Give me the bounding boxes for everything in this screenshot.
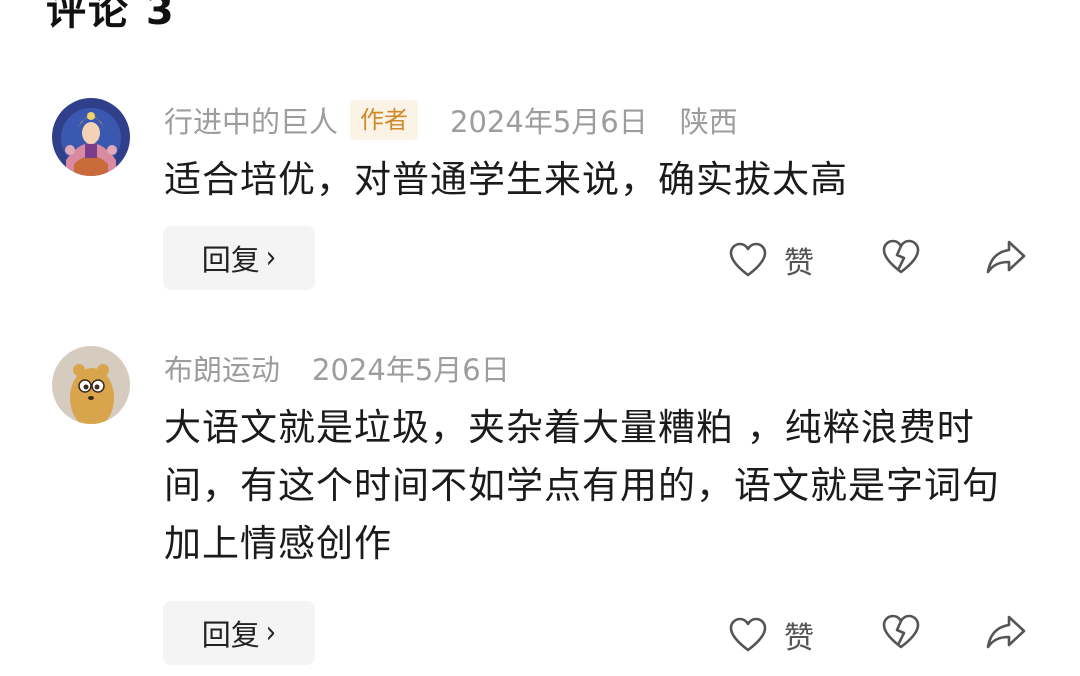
dislike-button[interactable] (881, 238, 921, 276)
share-button[interactable] (985, 238, 1027, 276)
share-arrow-icon (986, 240, 1026, 274)
reply-button[interactable]: 回复 › (163, 226, 315, 290)
chevron-right-icon: › (265, 615, 277, 651)
user-avatar[interactable] (52, 346, 130, 424)
like-label: 赞 (784, 246, 814, 281)
username[interactable]: 行进中的巨人 (164, 99, 338, 141)
comments-header: 评论 3 (46, 0, 176, 34)
comment-text: 大语文就是垃圾，夹杂着大量糟粕 ，纯粹浪费时间，有这个时间不如学点有用的，语文就… (164, 406, 1000, 565)
broken-heart-icon (882, 239, 920, 274)
heart-icon (729, 242, 767, 277)
comment-meta: 布朗运动 2024年5月6日 (164, 346, 510, 390)
comment-location: 陕西 (679, 105, 738, 139)
cartoon-bear-avatar-icon (52, 346, 130, 424)
author-badge: 作者 (350, 100, 419, 140)
reply-label: 回复 (201, 243, 260, 277)
like-button[interactable]: 赞 (728, 238, 814, 282)
ornate-figure-avatar-icon (52, 98, 130, 176)
dislike-button[interactable] (881, 613, 921, 651)
like-button[interactable]: 赞 (728, 613, 814, 657)
comment-date: 2024年5月6日 (450, 105, 648, 139)
reply-button[interactable]: 回复 › (163, 601, 315, 665)
like-label: 赞 (784, 621, 814, 656)
comments-page: 评论 3 行进中的巨人 作者 2024年5月6日 陕西 适合培优，对普通学生来说… (0, 0, 1080, 676)
comment-text: 适合培优，对普通学生来说，确实拔太高 (164, 158, 848, 201)
heart-icon (729, 617, 767, 652)
comment-meta: 行进中的巨人 作者 2024年5月6日 陕西 (164, 98, 738, 142)
share-button[interactable] (985, 613, 1027, 651)
broken-heart-icon (882, 614, 920, 649)
user-avatar[interactable] (52, 98, 130, 176)
comment-date: 2024年5月6日 (312, 353, 510, 387)
share-arrow-icon (986, 615, 1026, 649)
chevron-right-icon: › (265, 240, 277, 276)
reply-label: 回复 (201, 618, 260, 652)
username[interactable]: 布朗运动 (164, 347, 280, 389)
